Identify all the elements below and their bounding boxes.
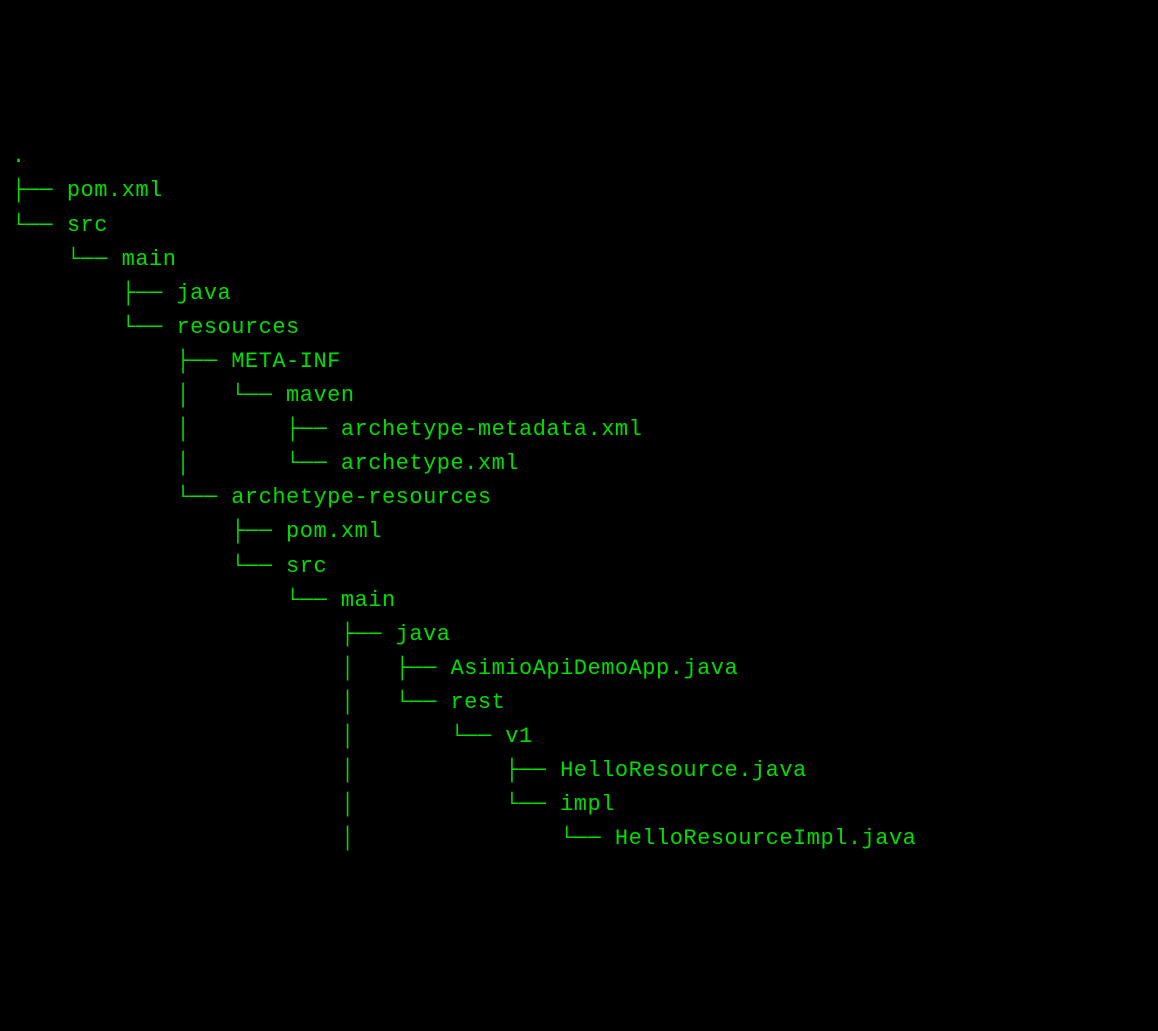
tree-prefix: │ └──: [12, 724, 505, 749]
tree-prefix: │ ├──: [12, 417, 341, 442]
tree-prefix: ├──: [12, 622, 396, 647]
tree-item: │ └── v1: [12, 720, 1146, 754]
tree-item: │ ├── archetype-metadata.xml: [12, 413, 1146, 447]
tree-item: ├── java: [12, 618, 1146, 652]
tree-node-name: META-INF: [231, 349, 341, 374]
tree-prefix: ├──: [12, 349, 231, 374]
tree-prefix: │ └──: [12, 826, 615, 851]
tree-output: .├── pom.xml└── src └── main ├── java └─…: [12, 140, 1146, 856]
tree-node-name: pom.xml: [286, 519, 382, 544]
tree-node-name: archetype.xml: [341, 451, 519, 476]
tree-item: ├── META-INF: [12, 345, 1146, 379]
tree-prefix: └──: [12, 485, 231, 510]
tree-node-name: HelloResourceImpl.java: [615, 826, 916, 851]
tree-node-name: AsimioApiDemoApp.java: [450, 656, 738, 681]
tree-item: └── src: [12, 550, 1146, 584]
tree-node-name: HelloResource.java: [560, 758, 807, 783]
tree-prefix: └──: [12, 315, 176, 340]
tree-item: │ └── HelloResourceImpl.java: [12, 822, 1146, 856]
tree-prefix: │ └──: [12, 690, 450, 715]
tree-prefix: └──: [12, 554, 286, 579]
tree-node-name: pom.xml: [67, 178, 163, 203]
tree-item: └── archetype-resources: [12, 481, 1146, 515]
tree-node-name: archetype-metadata.xml: [341, 417, 642, 442]
tree-prefix: ├──: [12, 281, 176, 306]
tree-node-name: archetype-resources: [231, 485, 491, 510]
tree-item: │ └── maven: [12, 379, 1146, 413]
tree-prefix: ├──: [12, 178, 67, 203]
tree-prefix: └──: [12, 213, 67, 238]
tree-root: .: [12, 140, 1146, 174]
tree-item: │ └── rest: [12, 686, 1146, 720]
tree-node-name: java: [176, 281, 231, 306]
tree-item: │ └── archetype.xml: [12, 447, 1146, 481]
tree-item: └── src: [12, 209, 1146, 243]
tree-item: │ ├── AsimioApiDemoApp.java: [12, 652, 1146, 686]
tree-node-name: impl: [560, 792, 615, 817]
tree-node-name: rest: [450, 690, 505, 715]
tree-item: └── main: [12, 584, 1146, 618]
tree-node-name: main: [341, 588, 396, 613]
tree-item: └── resources: [12, 311, 1146, 345]
tree-node-name: resources: [176, 315, 299, 340]
tree-node-name: main: [122, 247, 177, 272]
tree-prefix: └──: [12, 247, 122, 272]
tree-prefix: ├──: [12, 519, 286, 544]
tree-prefix: │ └──: [12, 383, 286, 408]
tree-item: │ ├── HelloResource.java: [12, 754, 1146, 788]
tree-item: └── main: [12, 243, 1146, 277]
tree-prefix: │ └──: [12, 792, 560, 817]
tree-item: ├── pom.xml: [12, 515, 1146, 549]
tree-prefix: │ ├──: [12, 758, 560, 783]
tree-node-name: v1: [505, 724, 532, 749]
tree-prefix: │ └──: [12, 451, 341, 476]
tree-node-name: src: [286, 554, 327, 579]
tree-item: ├── pom.xml: [12, 174, 1146, 208]
tree-node-name: src: [67, 213, 108, 238]
tree-prefix: │ ├──: [12, 656, 450, 681]
tree-item: ├── java: [12, 277, 1146, 311]
tree-node-name: java: [396, 622, 451, 647]
tree-prefix: └──: [12, 588, 341, 613]
tree-item: │ └── impl: [12, 788, 1146, 822]
tree-node-name: maven: [286, 383, 355, 408]
